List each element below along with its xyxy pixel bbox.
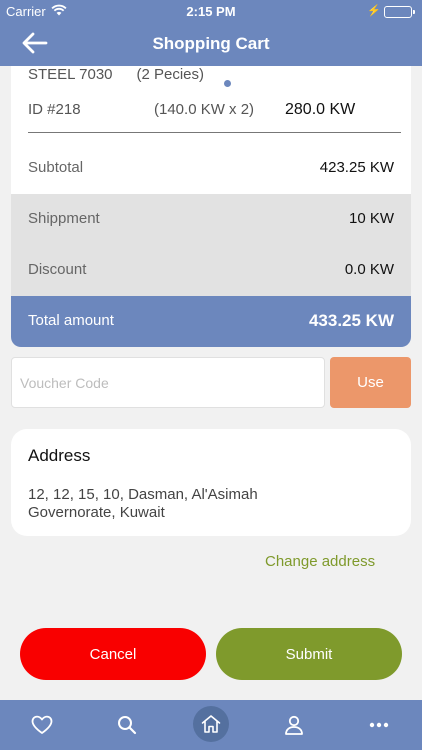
tab-home[interactable] (193, 706, 229, 742)
item-line-total: 280.0 KW (285, 101, 356, 118)
charging-icon: ⚡ (367, 5, 381, 17)
total-label: Total amount (28, 312, 114, 329)
total-value: 433.25 KW (308, 311, 394, 330)
tab-bar (0, 700, 422, 750)
item-id: ID #218 (28, 101, 81, 118)
submit-button[interactable]: Submit (216, 628, 402, 680)
home-icon (201, 715, 221, 733)
use-voucher-button[interactable]: Use (330, 357, 411, 408)
page-title: Shopping Cart (152, 34, 270, 53)
tab-search[interactable] (115, 713, 139, 737)
scroll-indicator-dot (224, 80, 231, 87)
change-address-link[interactable]: Change address (265, 553, 375, 570)
item-quantity: (2 Pecies) (136, 66, 205, 83)
item-header: STEEL 7030 (2 Pecies) (28, 66, 204, 83)
battery-icon (384, 6, 415, 18)
shipment-row: Shippment 10 KW (11, 194, 411, 245)
shipment-label: Shippment (28, 210, 100, 227)
item-name: STEEL 7030 (28, 66, 113, 83)
discount-value: 0.0 KW (344, 261, 394, 278)
address-card: Address 12, 12, 15, 10, Dasman, Al'Asima… (11, 429, 411, 536)
status-time: 2:15 PM (186, 4, 236, 19)
voucher-code-input[interactable] (11, 357, 325, 408)
address-text: 12, 12, 15, 10, Dasman, Al'Asimah Govern… (28, 486, 258, 521)
order-summary-card: STEEL 7030 (2 Pecies) ID #218 (140.0 KW x… (11, 66, 411, 347)
top-bar: Carrier 2:15 PM ⚡ Shopping Cart (0, 0, 422, 66)
status-bar: Carrier 2:15 PM ⚡ (0, 0, 422, 22)
discount-row: Discount 0.0 KW (11, 245, 411, 296)
discount-label: Discount (28, 261, 87, 278)
item-detail-row: ID #218 (140.0 KW x 2) 280.0 KW (28, 101, 398, 118)
address-title: Address (28, 446, 91, 465)
heart-icon (31, 715, 53, 734)
more-icon (369, 722, 389, 728)
tab-profile[interactable] (282, 713, 306, 737)
search-icon (118, 716, 137, 735)
subtotal-row: Subtotal 423.25 KW (11, 143, 411, 194)
item-unit-calc: (140.0 KW x 2) (154, 101, 255, 118)
total-row: Total amount 433.25 KW (11, 296, 411, 347)
tab-favorites[interactable] (30, 713, 54, 737)
shipment-value: 10 KW (348, 210, 394, 227)
subtotal-value: 423.25 KW (319, 159, 394, 176)
cancel-button[interactable]: Cancel (20, 628, 206, 680)
tab-more[interactable] (367, 713, 391, 737)
divider (28, 132, 401, 133)
subtotal-label: Subtotal (28, 159, 84, 176)
user-icon (285, 715, 303, 735)
